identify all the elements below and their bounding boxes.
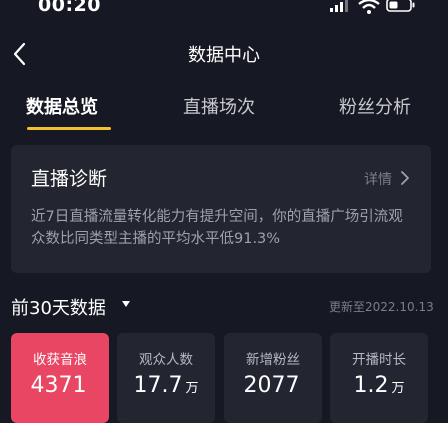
tab-fan-analysis[interactable]: 粉丝分析 [339,93,411,119]
stat-value: 17.7 万 [133,373,199,398]
active-tab-indicator [27,127,111,130]
caret-down-icon[interactable] [121,300,131,308]
diagnosis-text: 近7日直播流量转化能力有提升空间，你的直播广场引流观众数比同类型主播的平均水平低… [31,209,403,247]
status-time: 00:20 [38,0,101,16]
stat-card-live-duration[interactable]: 开播时长 1.2 万 [330,333,428,423]
tab-live-sessions[interactable]: 直播场次 [183,93,255,119]
chevron-right-icon[interactable] [400,170,410,186]
stat-label: 新增粉丝 [246,352,300,368]
stat-label: 收获音浪 [33,352,87,368]
wifi-icon [358,0,380,14]
stat-value: 1.2 万 [353,373,405,398]
stat-card-viewers[interactable]: 观众人数 17.7 万 [117,333,215,423]
tab-overview[interactable]: 数据总览 [26,93,98,119]
diagnosis-details-link[interactable]: 详情 [364,169,392,189]
stat-card-new-fans[interactable]: 新增粉丝 2077 [224,333,322,423]
stat-label: 开播时长 [352,352,406,368]
battery-icon [386,0,415,12]
updated-date: 更新至2022.10.13 [329,300,434,314]
stat-label: 观众人数 [139,352,193,368]
stat-value: 2077 [243,373,300,398]
signal-icon [330,0,348,12]
diagnosis-title: 直播诊断 [31,168,108,190]
stat-card-sound-waves[interactable]: 收获音浪 4371 [11,333,109,423]
period-selector[interactable]: 前30天数据 [11,294,106,320]
page-title: 数据中心 [188,45,260,66]
stat-value: 4371 [30,373,87,398]
